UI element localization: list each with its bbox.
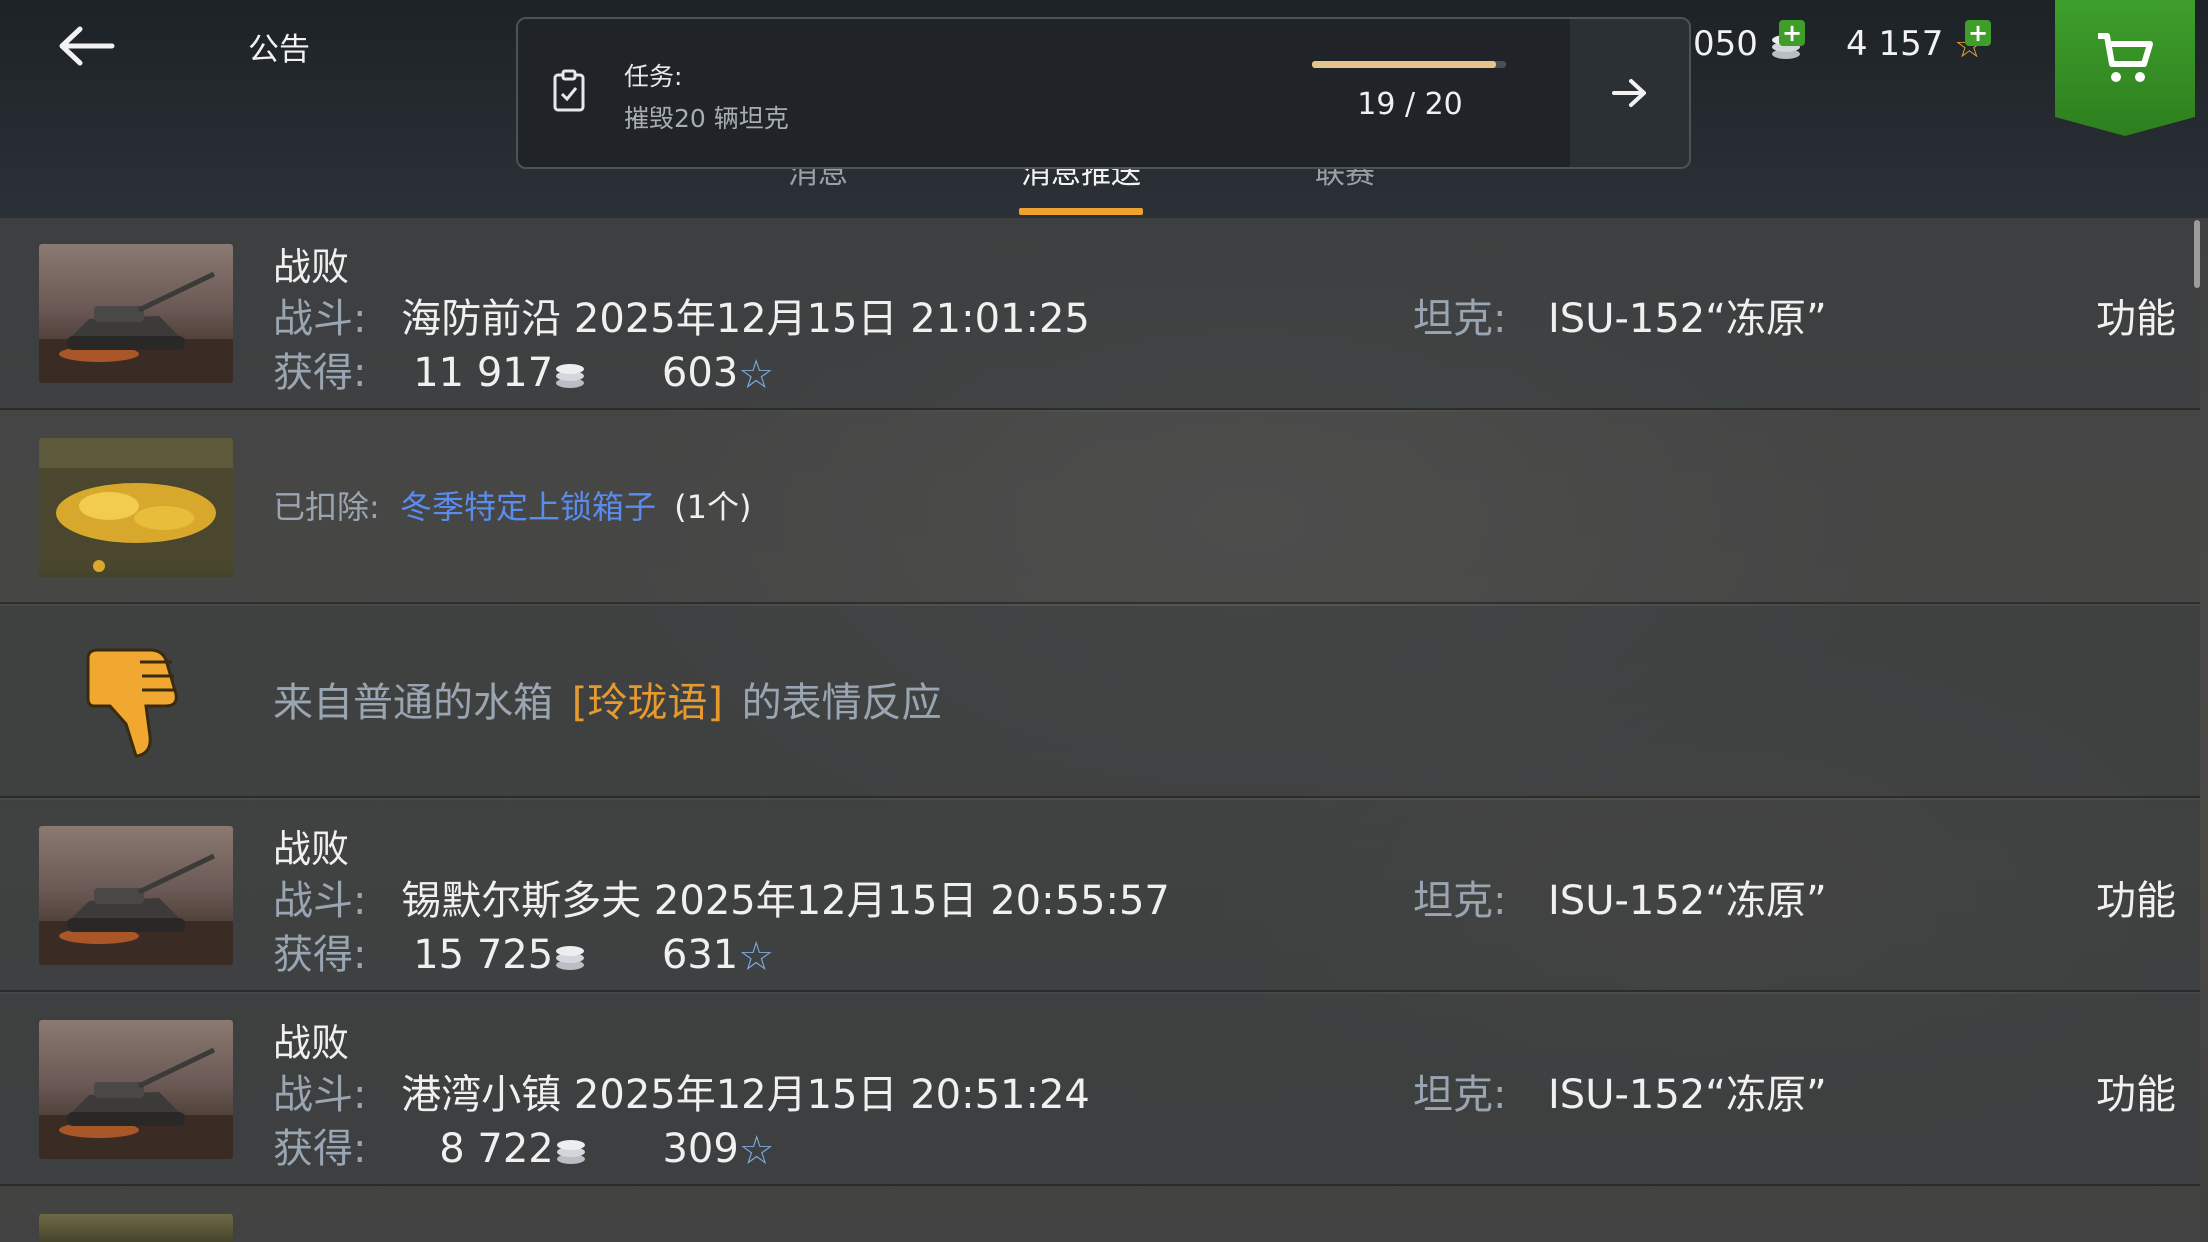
function-button[interactable]: 功能 [2096,868,2176,926]
clipboard-check-icon [553,69,585,112]
tank-name: ISU-152“冻原” [1548,296,1827,342]
battle-status: 战败 [273,245,350,289]
top-bar: 公告 消息 消息推送 联赛 任务: 摧毁20 辆坦克 19 / 20 050 + [0,0,2208,218]
arrow-left-icon [59,26,115,66]
mission-progress-text: 19 / 20 [1357,87,1463,122]
xp-amount: 4 157 [1846,24,1944,64]
thumbs-down-icon [86,648,178,758]
xp-balance: 4 157 ☆ [1846,24,1985,66]
silver-amount: 050 [1693,24,1758,64]
star-icon: ☆ [738,352,775,398]
reward-label: 获得: [273,1126,367,1172]
silver-coin-icon [556,1140,585,1164]
reward-label: 获得: [273,350,367,396]
chest-thumbnail [39,438,233,577]
scrollbar-thumb[interactable] [2194,220,2200,288]
page-title: 公告 [248,32,310,68]
battle-thumbnail [39,244,233,383]
reaction-source: 来自普通的水箱 [273,680,553,726]
tank-label: 坦克: [1413,1072,1507,1118]
battle-status: 战败 [273,1021,350,1065]
battle-result-row[interactable]: 战败 战斗: 海防前沿 2025年12月15日 21:01:25 获得: 11 … [0,218,2200,410]
arrow-right-icon [1612,79,1646,107]
deducted-count: (1个) [674,488,752,526]
add-silver-button[interactable]: + [1779,20,1805,46]
silver-coin-icon [556,946,585,970]
mission-go-button[interactable] [1570,19,1689,167]
mission-panel[interactable]: 任务: 摧毁20 辆坦克 19 / 20 [516,17,1691,169]
chest-thumbnail [39,1214,233,1242]
mission-progress-fill [1312,61,1497,68]
add-xp-button[interactable]: + [1965,20,1991,46]
reward-xp: 631 [661,932,739,978]
reward-xp: 603 [661,350,739,396]
battle-thumbnail [39,1020,233,1159]
function-button[interactable]: 功能 [2096,1062,2176,1120]
active-tab-indicator [1019,208,1143,215]
battle-result-row[interactable]: 战败 战斗: 锡默尔斯多夫 2025年12月15日 20:55:57 获得: 1… [0,800,2200,992]
battle-label: 战斗: [273,296,367,342]
battle-label: 战斗: [273,1072,367,1118]
tank-label: 坦克: [1413,878,1507,924]
silver-coin-icon [556,364,585,388]
battle-status: 战败 [273,827,350,871]
battle-thumbnail [39,826,233,965]
deduction-label: 已扣除: [273,488,380,526]
mission-label: 任务: [624,62,683,91]
shop-button[interactable] [2055,0,2195,136]
battle-label: 战斗: [273,878,367,924]
reward-label: 获得: [273,932,367,978]
tank-name: ISU-152“冻原” [1548,1072,1827,1118]
deducted-item-link[interactable]: 冬季特定上锁箱子 [400,488,656,526]
function-button[interactable]: 功能 [2096,286,2176,344]
reaction-row: 来自普通的水箱 [玲珑语] 的表情反应 [0,606,2200,798]
battle-value: 锡默尔斯多夫 2025年12月15日 20:55:57 [401,878,1170,924]
battle-value: 港湾小镇 2025年12月15日 20:51:24 [401,1072,1090,1118]
reward-silver: 15 725 [413,932,554,978]
deduction-row: 已扣除: 冬季特定上锁箱子 (1个) [0,412,2200,604]
reaction-tag: [玲珑语] [571,680,723,726]
mission-description: 摧毁20 辆坦克 [624,104,789,133]
back-button[interactable] [52,20,122,72]
reward-silver: 11 917 [413,350,554,396]
reward-xp: 309 [662,1126,739,1172]
cart-icon [2098,33,2153,82]
notification-list: 战败 战斗: 海防前沿 2025年12月15日 21:01:25 获得: 11 … [0,218,2208,1242]
mission-progress-bar [1312,61,1506,68]
star-icon: ☆ [738,1128,775,1174]
battle-value: 海防前沿 2025年12月15日 21:01:25 [401,296,1090,342]
reward-silver: 8 722 [439,1126,554,1172]
list-item-partial[interactable] [0,1188,2200,1242]
reaction-suffix: 的表情反应 [741,680,942,726]
tank-label: 坦克: [1413,296,1507,342]
tank-name: ISU-152“冻原” [1548,878,1827,924]
star-icon: ☆ [738,934,775,980]
battle-result-row[interactable]: 战败 战斗: 港湾小镇 2025年12月15日 20:51:24 获得: 8 7… [0,994,2200,1186]
